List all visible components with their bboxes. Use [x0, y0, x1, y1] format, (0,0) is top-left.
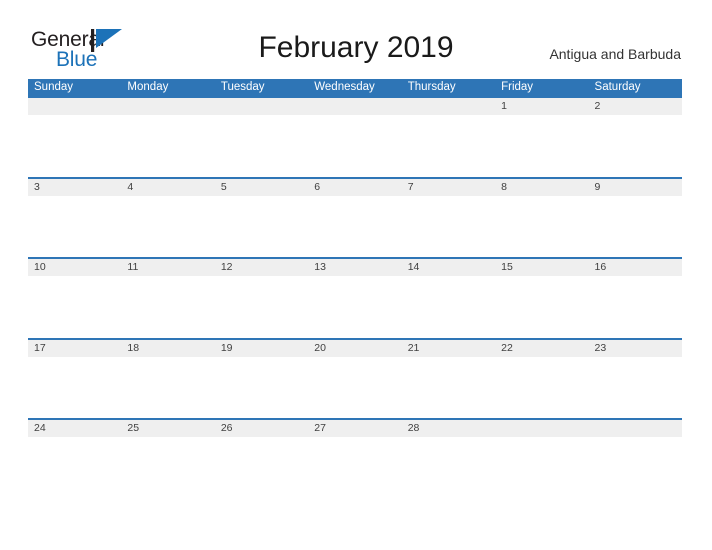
weekday-header-tuesday: Tuesday: [220, 81, 265, 93]
weekday-header-friday: Friday: [501, 81, 534, 93]
day-cell[interactable]: 7: [402, 179, 495, 196]
day-cell[interactable]: 12: [215, 259, 308, 276]
day-cell[interactable]: 2: [589, 98, 682, 115]
week-date-strip: 3 4 5 6 7 8 9: [28, 178, 682, 196]
day-cell[interactable]: 23: [589, 340, 682, 357]
weekday-header-saturday: Saturday: [594, 81, 641, 93]
day-cell[interactable]: [308, 98, 401, 115]
day-cell[interactable]: 18: [121, 340, 214, 357]
calendar-weekday-header: Sunday Monday Tuesday Wednesday Thursday…: [28, 79, 682, 96]
day-cell[interactable]: 5: [215, 179, 308, 196]
day-cell[interactable]: 9: [589, 179, 682, 196]
calendar-week-row: 24 25 26 27 28: [28, 418, 682, 499]
day-cell[interactable]: 16: [589, 259, 682, 276]
day-cell[interactable]: 1: [495, 98, 588, 115]
day-cell[interactable]: 8: [495, 179, 588, 196]
day-cell[interactable]: [121, 98, 214, 115]
day-cell[interactable]: [215, 98, 308, 115]
weekday-header-monday: Monday: [127, 81, 169, 93]
calendar-week-row: 3 4 5 6 7 8 9: [28, 176, 682, 257]
weekday-header-wednesday: Wednesday: [314, 81, 375, 93]
week-note-area[interactable]: [28, 356, 682, 418]
day-cell[interactable]: 3: [28, 179, 121, 196]
day-cell[interactable]: 26: [215, 420, 308, 437]
day-cell[interactable]: 22: [495, 340, 588, 357]
week-note-area[interactable]: [28, 115, 682, 177]
weekday-header-sunday: Sunday: [34, 81, 74, 93]
day-cell[interactable]: 4: [121, 179, 214, 196]
day-cell[interactable]: 21: [402, 340, 495, 357]
day-cell[interactable]: [402, 98, 495, 115]
day-cell[interactable]: 11: [121, 259, 214, 276]
day-cell[interactable]: 24: [28, 420, 121, 437]
week-note-area[interactable]: [28, 437, 682, 499]
day-cell[interactable]: 27: [308, 420, 401, 437]
day-cell[interactable]: 13: [308, 259, 401, 276]
week-date-strip: 10 11 12 13 14 15 16: [28, 259, 682, 276]
week-note-area[interactable]: [28, 276, 682, 338]
day-cell[interactable]: 28: [402, 420, 495, 437]
week-date-strip: 17 18 19 20 21 22 23: [28, 339, 682, 357]
week-date-strip: 1 2: [28, 98, 682, 115]
day-cell[interactable]: 17: [28, 340, 121, 357]
weekday-header-thursday: Thursday: [407, 81, 456, 93]
week-date-strip: 24 25 26 27 28: [28, 420, 682, 437]
day-cell[interactable]: 20: [308, 340, 401, 357]
day-cell[interactable]: 25: [121, 420, 214, 437]
calendar-week-row: 17 18 19 20 21 22 23: [28, 337, 682, 418]
day-cell[interactable]: 15: [495, 259, 588, 276]
calendar-week-row: 1 2: [28, 96, 682, 177]
page-header: General Blue February 2019 Antigua and B…: [0, 0, 712, 78]
day-cell[interactable]: [589, 420, 682, 437]
calendar-grid: Sunday Monday Tuesday Wednesday Thursday…: [28, 79, 682, 499]
calendar-week-row: 10 11 12 13 14 15 16: [28, 257, 682, 338]
day-cell[interactable]: [28, 98, 121, 115]
day-cell[interactable]: 6: [308, 179, 401, 196]
day-cell[interactable]: 10: [28, 259, 121, 276]
region-label: Antigua and Barbuda: [549, 46, 681, 62]
day-cell[interactable]: [495, 420, 588, 437]
day-cell[interactable]: 14: [402, 259, 495, 276]
week-note-area[interactable]: [28, 195, 682, 257]
day-cell[interactable]: 19: [215, 340, 308, 357]
